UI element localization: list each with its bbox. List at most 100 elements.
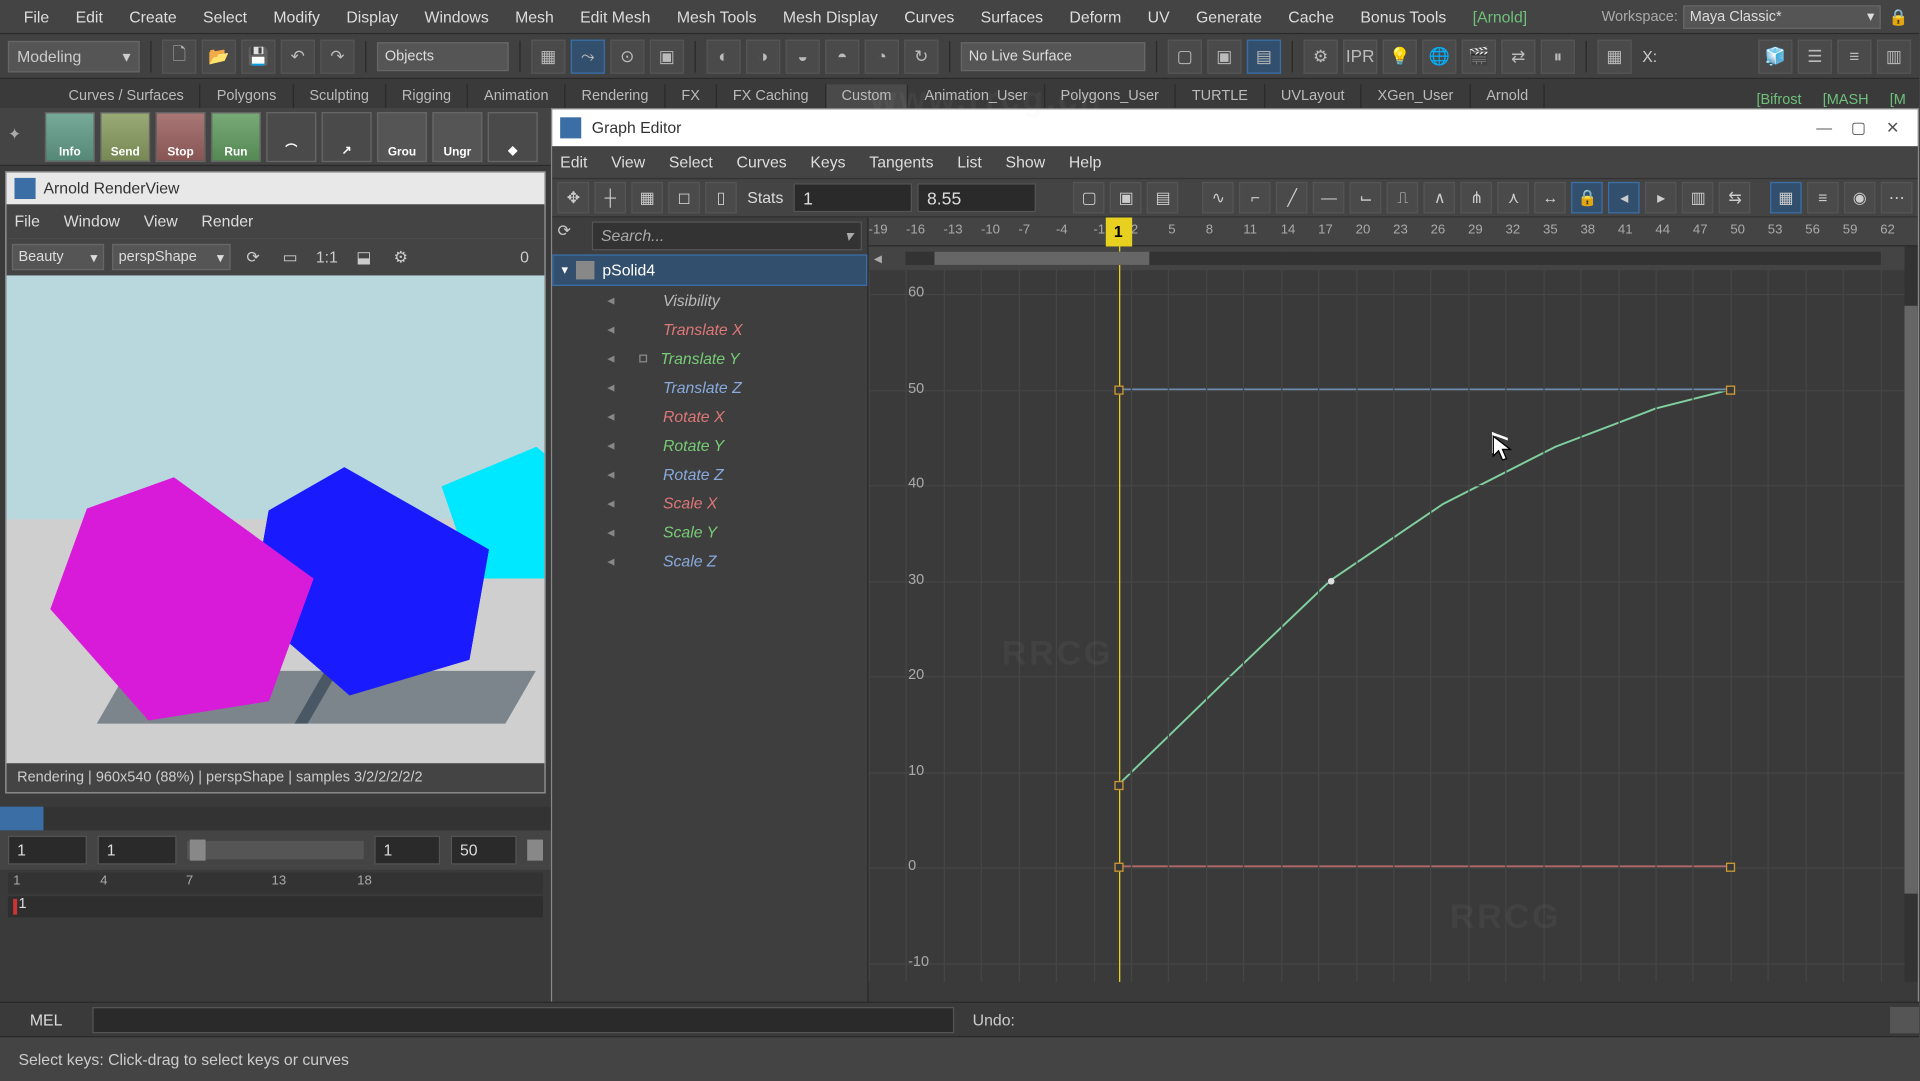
shelf-custom1-button[interactable]: ⌒ [266, 111, 316, 161]
shelf-tab-fx[interactable]: FX [666, 84, 717, 108]
sym5-icon[interactable]: ◔ [865, 39, 899, 73]
menu-generate[interactable]: Generate [1183, 7, 1275, 25]
ge-frame-play-icon[interactable]: ▣ [1110, 182, 1142, 214]
ge-stat-value-field[interactable] [918, 183, 1037, 212]
menu-curves[interactable]: Curves [891, 7, 967, 25]
shelf-custom2-button[interactable]: ↗ [322, 111, 372, 161]
live-surface-dropdown[interactable]: No Live Surface [961, 42, 1146, 71]
rv-crop-icon[interactable]: ▭ [275, 243, 304, 272]
shelf-tab-rigging[interactable]: Rigging [386, 84, 468, 108]
menu-mesh[interactable]: Mesh [502, 7, 567, 25]
ge-center-icon[interactable]: ▤ [1147, 182, 1179, 214]
ge-menu-keys[interactable]: Keys [810, 153, 845, 171]
snap-point-icon[interactable]: ⊙ [610, 39, 644, 73]
range-handle[interactable] [527, 840, 543, 861]
shelf-tab-sculpt[interactable]: Sculpting [294, 84, 387, 108]
ge-options-icon[interactable]: ⋯ [1881, 182, 1913, 214]
sym2-icon[interactable]: ◑ [746, 39, 780, 73]
rv-refresh-icon[interactable]: ⟳ [239, 243, 268, 272]
menu-file[interactable]: File [11, 7, 63, 25]
ge-attr-row[interactable]: Scale Y [552, 518, 867, 547]
graph-editor-titlebar[interactable]: Graph Editor — ▢ ✕ [552, 109, 1917, 146]
ge-menu-help[interactable]: Help [1069, 153, 1102, 171]
menu-uv[interactable]: UV [1134, 7, 1182, 25]
ge-unify-tan-icon[interactable]: ⋏ [1498, 182, 1530, 214]
snap-grid-icon[interactable]: ▦ [531, 39, 565, 73]
keyframe-handle[interactable] [1726, 863, 1735, 872]
ge-tangent-spline-icon[interactable]: ∿ [1202, 182, 1234, 214]
rv-settings-icon[interactable]: ⚙ [386, 243, 415, 272]
globe-icon[interactable]: 🌐 [1422, 39, 1456, 73]
curve-point[interactable] [1327, 577, 1334, 584]
menu-surfaces[interactable]: Surfaces [967, 7, 1056, 25]
ge-attr-row[interactable]: Rotate X [552, 402, 867, 431]
ge-menu-list[interactable]: List [957, 153, 982, 171]
render-settings-icon[interactable]: ⚙ [1304, 39, 1338, 73]
ge-stack-icon[interactable]: ≡ [1807, 182, 1839, 214]
keyframe-handle[interactable] [1114, 863, 1123, 872]
ge-attr-row[interactable]: Scale X [552, 489, 867, 518]
graph-time-ruler[interactable]: -19-16-13-10-7-4-12581114172023262932353… [869, 217, 1918, 246]
rv-aov-selector[interactable]: Beauty▾ [12, 244, 104, 270]
ge-buffer-icon[interactable]: ▥ [1682, 182, 1714, 214]
ge-attr-row[interactable]: Rotate Z [552, 460, 867, 489]
clap-icon[interactable]: 🎬 [1462, 39, 1496, 73]
menu-modify[interactable]: Modify [260, 7, 333, 25]
ge-retime-icon[interactable]: ▯ [705, 182, 737, 214]
ge-menu-select[interactable]: Select [669, 153, 713, 171]
ge-search-input[interactable]: Search...▾ [592, 221, 862, 250]
shelf-tab-arnold[interactable]: Arnold [1470, 84, 1545, 108]
shelf-link-bifrost[interactable]: [Bifrost [1749, 92, 1810, 108]
menu-meshdisplay[interactable]: Mesh Display [770, 7, 891, 25]
snap-plane-icon[interactable]: ▣ [650, 39, 684, 73]
new-scene-icon[interactable]: 🗋 [162, 39, 196, 73]
range-slider[interactable] [187, 841, 364, 859]
ge-menu-show[interactable]: Show [1006, 153, 1046, 171]
ge-frame-all-icon[interactable]: ▢ [1073, 182, 1105, 214]
ge-region-icon[interactable]: ◻ [668, 182, 700, 214]
snap-curve-icon[interactable]: ⤳ [571, 39, 605, 73]
mode-selector[interactable]: Modeling▾ [8, 40, 140, 72]
rv-menu-render[interactable]: Render [201, 212, 253, 230]
renderview-titlebar[interactable]: Arnold RenderView [7, 173, 545, 205]
shelf-gear-icon[interactable]: ✦ [8, 125, 32, 149]
shelf-tab-custom[interactable]: Custom [826, 84, 909, 108]
shelf-send-button[interactable]: Send [100, 111, 150, 161]
shelf-tab-animuser[interactable]: Animation_User [909, 84, 1045, 108]
attr-icon[interactable]: ≡ [1837, 39, 1871, 73]
timeline-key-marker[interactable] [13, 899, 17, 915]
ge-lock-tan-icon[interactable]: 🔒 [1572, 182, 1604, 214]
ge-tangent-step-icon[interactable]: ⌙ [1350, 182, 1382, 214]
window-maximize-icon[interactable]: ▢ [1841, 115, 1875, 141]
window-minimize-icon[interactable]: — [1807, 115, 1841, 141]
rv-camera-selector[interactable]: perspShape▾ [112, 244, 231, 270]
redo-icon[interactable]: ↷ [320, 39, 354, 73]
ge-attr-row[interactable]: Rotate Y [552, 431, 867, 460]
curve-line[interactable] [1118, 390, 1730, 785]
rv-exposure-field[interactable]: 0 [510, 243, 539, 272]
shelf-ungroup-button[interactable]: Ungr [432, 111, 482, 161]
range-start2-field[interactable]: 1 [98, 836, 177, 865]
timeline-progress[interactable] [0, 807, 551, 831]
shelf-stop-button[interactable]: Stop [156, 111, 206, 161]
command-input[interactable] [92, 1006, 954, 1032]
range-end-field[interactable]: 50 [451, 836, 517, 865]
shelf-tab-uvlayout[interactable]: UVLayout [1265, 84, 1362, 108]
shelf-group-button[interactable]: Grou [377, 111, 427, 161]
shelf-info-button[interactable]: Info [45, 111, 95, 161]
ge-filter-icon[interactable]: ⟳ [558, 221, 587, 250]
shelf-tab-polygons[interactable]: Polygons [201, 84, 294, 108]
lock-icon[interactable]: 🔒 [1889, 7, 1909, 25]
light-icon[interactable]: 💡 [1383, 39, 1417, 73]
ge-tangent-plateau-icon[interactable]: ⎍ [1387, 182, 1419, 214]
ge-move-icon[interactable]: ✥ [558, 182, 590, 214]
menu-select[interactable]: Select [190, 7, 260, 25]
ge-isolate-icon[interactable]: ◉ [1844, 182, 1876, 214]
ge-lattice-icon[interactable]: ▦ [631, 182, 663, 214]
menu-meshtools[interactable]: Mesh Tools [664, 7, 770, 25]
selection-mode-dropdown[interactable]: Objects [377, 42, 509, 71]
menu-create[interactable]: Create [116, 7, 190, 25]
shelf-custom3-button[interactable]: ◆ [488, 111, 538, 161]
rv-menu-window[interactable]: Window [64, 212, 120, 230]
menu-arnold[interactable]: [Arnold] [1459, 7, 1540, 25]
